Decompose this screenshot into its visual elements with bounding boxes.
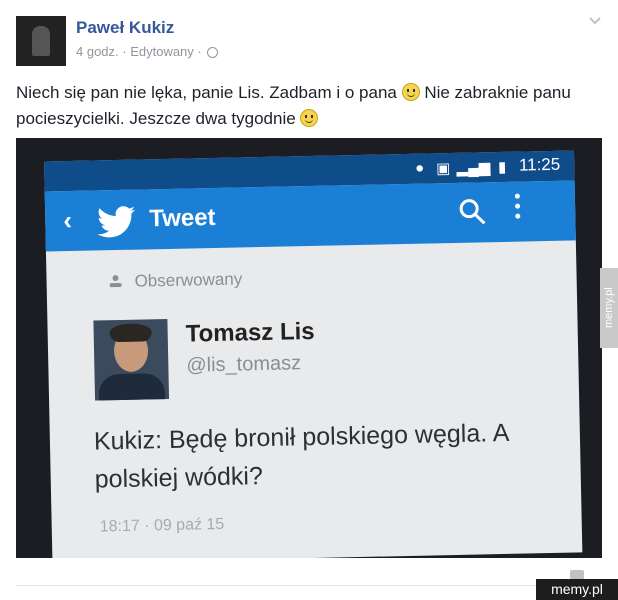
post-text-line1: Niech się pan nie lęka, panie Lis. Zadba… — [16, 83, 397, 102]
person-icon — [109, 275, 122, 288]
facebook-post: Paweł Kukiz 4 godz. · Edytowany · Niech … — [0, 0, 618, 600]
followed-label: Obserwowany — [134, 269, 243, 291]
post-photo[interactable]: ● ▣ ▂▄▆ ▮ 11:25 ‹ Tweet Obserwowany Toma… — [16, 138, 602, 558]
tweet-text: Kukiz: Będę bronił polskiego węgla. A po… — [93, 418, 509, 494]
tweet-author-handle[interactable]: @lis_tomasz — [186, 352, 301, 377]
header-title: Tweet — [148, 203, 216, 233]
author-avatar[interactable] — [16, 16, 66, 66]
phone-screen: ● ▣ ▂▄▆ ▮ 11:25 ‹ Tweet Obserwowany Toma… — [44, 150, 583, 558]
smiley-icon — [401, 83, 420, 101]
chevron-down-icon[interactable] — [588, 16, 602, 26]
battery-icon: ▮ — [497, 158, 507, 177]
post-text-line2: pocieszycielki. Jeszcze dwa tygodnie — [16, 109, 296, 128]
post-meta: 4 godz. · Edytowany · — [76, 44, 219, 59]
post-timestamp[interactable]: 4 godz. · Edytowany · — [76, 44, 202, 59]
tweet-author-avatar[interactable] — [93, 319, 170, 401]
nfc-icon: ▣ — [435, 160, 451, 178]
signal-icon: ▂▄▆ — [456, 159, 491, 177]
status-time: 11:25 — [518, 154, 561, 175]
tweet-author-name[interactable]: Tomasz Lis — [185, 318, 314, 349]
back-icon[interactable]: ‹ — [63, 205, 72, 236]
globe-icon — [207, 47, 219, 58]
divider — [16, 585, 602, 586]
corner-watermark: memy.pl — [536, 579, 618, 600]
location-icon: ● — [415, 159, 425, 177]
twitter-bird-icon — [97, 206, 136, 238]
side-watermark: memy.pl — [600, 268, 618, 348]
author-name[interactable]: Paweł Kukiz — [76, 18, 174, 38]
post-text: Niech się pan nie lęka, panie Lis. Zadba… — [16, 80, 606, 132]
more-options-icon[interactable] — [514, 193, 522, 224]
smiley-icon — [300, 109, 319, 127]
twitter-header: ‹ Tweet — [44, 180, 576, 252]
search-icon[interactable] — [457, 196, 488, 227]
tweet-timestamp: 18:17 · 09 paź 15 — [99, 515, 225, 536]
post-text-line1b: Nie zabraknie panu — [424, 83, 571, 102]
